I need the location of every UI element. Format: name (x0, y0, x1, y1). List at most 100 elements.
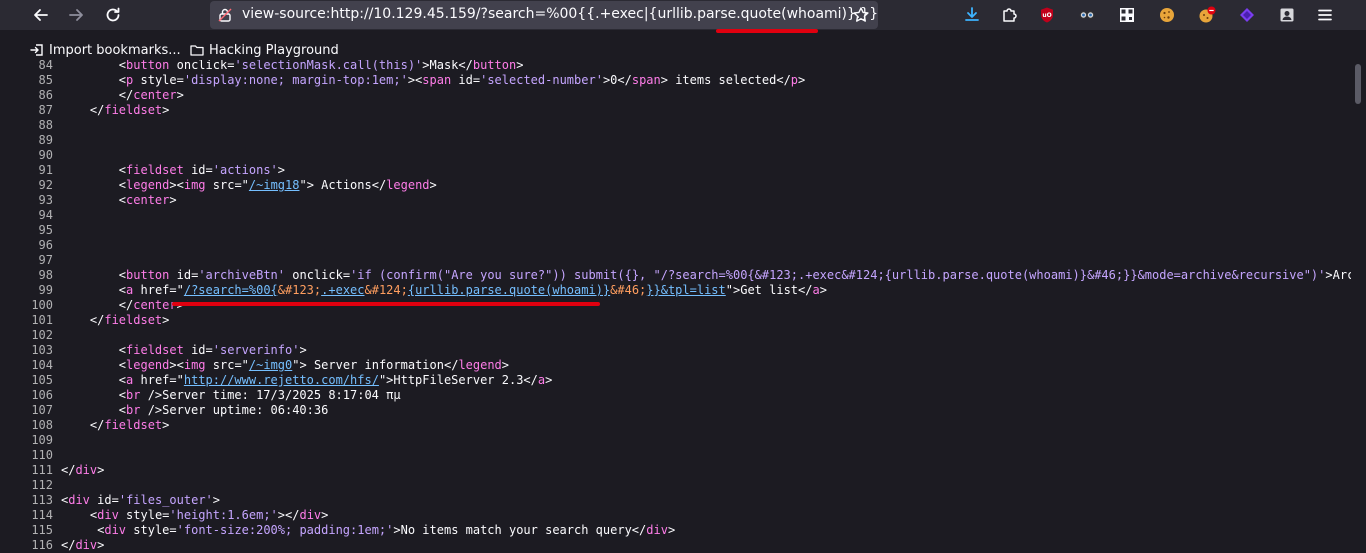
cookie-editor-button[interactable] (1155, 3, 1179, 27)
source-code: </center> (61, 88, 184, 103)
source-token: < (61, 283, 127, 297)
line-number: 112 (31, 478, 53, 492)
source-token: p (790, 73, 799, 87)
source-code: <br />Server uptime: 06:40:36 (61, 403, 329, 418)
source-token: ">HttpFileServer 2.3</ (378, 373, 538, 387)
source-token: span (422, 73, 452, 87)
address-bar[interactable]: view-source:http://10.129.45.159/?search… (210, 1, 878, 29)
source-token: onclick (176, 60, 228, 72)
line-number: 100 (31, 298, 53, 312)
view-source-content[interactable]: 84 <button onclick='selectionMask.call(t… (17, 60, 1351, 553)
source-code: < a href="/?search=%00{&#123;.+exec&#124;… (61, 283, 827, 298)
source-line: 109 (17, 433, 1351, 448)
foxyproxy-button[interactable] (1075, 3, 1099, 27)
hamburger-menu-icon (1318, 9, 1332, 21)
source-token: </ (61, 418, 105, 432)
source-token: onclick (292, 268, 343, 282)
source-token (133, 73, 140, 87)
source-token: 'display:none; margin-top:1em;' (183, 73, 408, 87)
source-token: center (126, 193, 170, 207)
source-token: a (812, 283, 820, 297)
source-token: 'font-size:200%; padding:1em;' (176, 523, 394, 537)
cookie-icon (1160, 8, 1174, 22)
vertical-scrollbar[interactable] (1351, 60, 1366, 553)
source-token: < (61, 268, 127, 282)
line-number: 84 (38, 60, 53, 72)
source-code: < p style='display:none; margin-top:1em;'… (61, 73, 805, 88)
source-link[interactable]: /~img0 (249, 358, 292, 372)
bookmark-folder-hacking-playground[interactable]: Hacking Playground (190, 41, 339, 59)
bookmark-label: Import bookmarks... (49, 42, 181, 58)
source-token: > (501, 358, 510, 372)
source-token: 'archiveBtn' (198, 268, 286, 282)
source-token: button (126, 268, 170, 282)
source-token: style (140, 73, 177, 87)
source-line: 85 < p style='display:none; margin-top:1e… (17, 73, 1351, 88)
source-link[interactable]: {urllib.parse.quote(whoami)} (408, 283, 610, 297)
source-link[interactable]: /~img18 (249, 178, 300, 192)
source-token: = (169, 523, 177, 537)
line-number: 101 (31, 313, 53, 327)
source-token: id (97, 493, 112, 507)
navigation-toolbar: view-source:http://10.129.45.159/?search… (0, 0, 1366, 33)
source-token (169, 268, 176, 282)
line-number: 108 (31, 418, 53, 432)
reload-button[interactable] (101, 3, 125, 27)
source-code: </div> (61, 538, 104, 553)
source-line: 108 </fieldset> (17, 418, 1351, 433)
source-token: >< (407, 73, 423, 87)
source-token: legend (126, 358, 170, 372)
source-line: 101 </fieldset> (17, 313, 1351, 328)
source-token: = (342, 268, 351, 282)
back-button[interactable] (29, 3, 53, 27)
source-token: />Server time: 17/3/2025 8:17:04 πμ (140, 388, 401, 402)
source-line: 106 <br />Server time: 17/3/2025 8:17:04… (17, 388, 1351, 403)
forward-button[interactable] (64, 3, 88, 27)
source-token: =" (234, 178, 249, 192)
source-code: <div style='font-size:200%; padding:1em;… (61, 523, 675, 538)
source-token: > (212, 493, 220, 507)
line-number: 102 (31, 328, 53, 342)
line-number: 106 (31, 388, 53, 402)
source-token: 'if (confirm("Are you sure?")) submit({}… (350, 268, 1326, 282)
import-icon (30, 44, 43, 56)
bookmark-import[interactable]: Import bookmarks... (30, 41, 181, 59)
source-token: > items selected</ (660, 73, 791, 87)
wappalyzer-button[interactable] (1235, 3, 1259, 27)
qr-code-button[interactable] (1115, 3, 1139, 27)
source-token: > (516, 60, 524, 72)
source-line: 93 <center> (17, 193, 1351, 208)
source-line: 86 </center> (17, 88, 1351, 103)
source-token: &#123; (277, 283, 322, 297)
source-link[interactable]: /?search=%00{ (184, 283, 278, 297)
profile-button[interactable] (1275, 3, 1299, 27)
source-line: 84 <button onclick='selectionMask.call(t… (17, 60, 1351, 73)
source-token: &#46; (610, 283, 647, 297)
downloads-button[interactable] (960, 3, 984, 27)
source-token: >< (169, 178, 184, 192)
source-token: "> Server information</ (292, 358, 459, 372)
source-token (184, 343, 191, 357)
scrollbar-thumb[interactable] (1355, 64, 1361, 104)
source-token: =" (169, 373, 184, 387)
source-code: </fieldset> (61, 313, 170, 328)
href-annotation-underline (172, 302, 600, 306)
source-token: < (61, 193, 127, 207)
menu-button[interactable] (1313, 3, 1337, 27)
source-token: < (61, 358, 127, 372)
purple-diamond-icon (1240, 8, 1254, 22)
source-token: br (126, 403, 141, 417)
extensions-button[interactable] (997, 3, 1021, 27)
source-code: <div id='files_outer'> (61, 493, 220, 508)
source-line: 99 < a href="/?search=%00{&#123;.+exec&#1… (17, 283, 1351, 298)
bookmark-star-icon[interactable] (852, 6, 870, 24)
source-token: = (205, 163, 213, 177)
source-link[interactable]: }}&tpl=list (646, 283, 725, 297)
source-link[interactable]: .+exec (321, 283, 364, 297)
source-token: src (212, 358, 235, 372)
ublock-button[interactable]: uO (1035, 3, 1059, 27)
url-text[interactable]: view-source:http://10.129.45.159/?search… (242, 6, 878, 22)
source-line: 94 (17, 208, 1351, 223)
source-link[interactable]: http://www.rejetto.com/hfs/ (184, 373, 379, 387)
hacktools-button[interactable] (1195, 3, 1219, 27)
